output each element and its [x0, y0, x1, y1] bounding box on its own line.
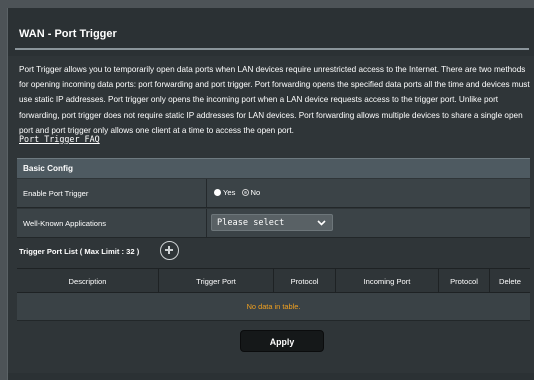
section-title: Basic Config	[23, 164, 74, 173]
port-trigger-panel: WAN - Port Trigger Port Trigger allows y…	[7, 8, 534, 380]
chevron-down-icon	[317, 220, 326, 226]
col-delete: Delete	[489, 269, 530, 292]
title-divider	[15, 48, 529, 50]
radio-no-label: No	[250, 188, 261, 197]
apply-button[interactable]: Apply	[240, 330, 324, 352]
radio-yes[interactable]: Yes	[214, 188, 235, 197]
radio-dot-unselected-icon[interactable]	[241, 189, 249, 196]
enable-port-trigger-row: Enable Port Trigger Yes No	[17, 179, 530, 208]
enable-label: Enable Port Trigger	[23, 189, 89, 198]
empty-table-text: No data in table.	[246, 302, 301, 311]
trigger-table-header: Description Trigger Port Protocol Incomi…	[17, 268, 530, 293]
radio-yes-label: Yes	[223, 188, 236, 197]
enable-radio-group: Yes No	[214, 188, 264, 198]
page-header: WAN - Port Trigger	[8, 8, 534, 56]
col-protocol-2: Protocol	[438, 269, 489, 292]
apps-select-value: Please select	[217, 218, 285, 228]
faq-link[interactable]: Port Trigger FAQ	[19, 134, 100, 144]
add-circle-icon[interactable]	[160, 241, 179, 260]
radio-dot-selected-icon[interactable]	[214, 189, 221, 196]
bottom-bar	[8, 373, 534, 380]
radio-no[interactable]: No	[241, 188, 261, 197]
apps-label-cell: Well-Known Applications	[17, 209, 207, 237]
empty-table-row: No data in table.	[17, 293, 530, 321]
apps-label: Well-Known Applications	[23, 219, 107, 228]
page-title: WAN - Port Trigger	[19, 28, 117, 40]
col-protocol: Protocol	[273, 269, 335, 292]
col-description: Description	[68, 277, 107, 286]
basic-config-header: Basic Config	[17, 158, 530, 178]
col-incoming-port: Incoming Port	[335, 269, 438, 292]
well-known-apps-row: Well-Known Applications Please select	[17, 209, 530, 238]
apply-button-label: Apply	[269, 337, 295, 347]
page-description: Port Trigger allows you to temporarily o…	[19, 65, 530, 135]
apps-select[interactable]: Please select	[211, 214, 333, 231]
trigger-list-title: Trigger Port List ( Max Limit : 32 )	[19, 247, 140, 256]
col-trigger-port: Trigger Port	[158, 269, 273, 292]
enable-label-cell: Enable Port Trigger	[17, 179, 207, 207]
